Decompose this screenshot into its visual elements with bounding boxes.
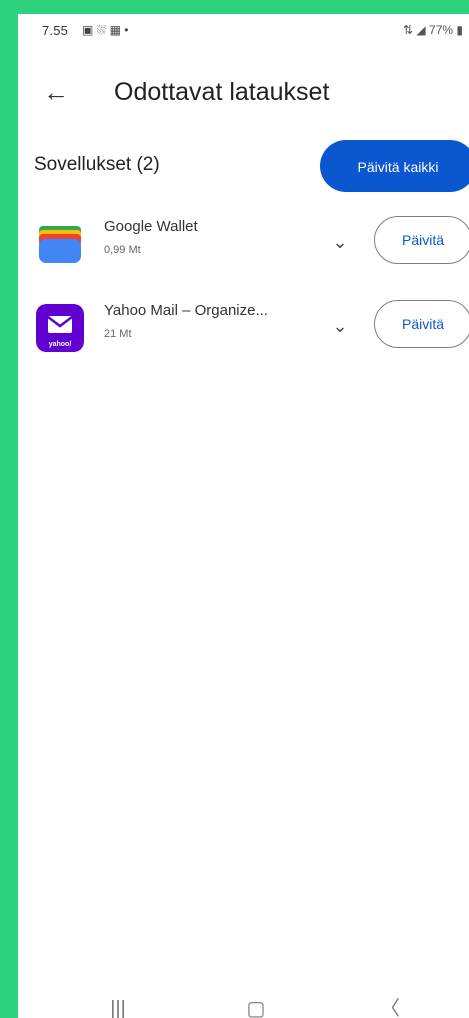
status-bar: 7.55 ▣ ⛆ ▦ • ⇅ ◢ 77% ▮ (18, 14, 469, 48)
update-button[interactable]: Päivitä (374, 216, 469, 264)
chevron-down-icon[interactable]: ⌄ (326, 312, 354, 340)
app-name: Yahoo Mail – Organize... (104, 302, 268, 319)
app-bar: ← Odottavat lataukset (18, 64, 469, 120)
section-header: Sovellukset (2) Päivitä kaikki (18, 132, 469, 202)
home-icon[interactable]: ▢ (236, 994, 276, 1018)
back-arrow-icon[interactable]: ← (38, 74, 74, 110)
app-name: Google Wallet (104, 218, 198, 235)
section-title: Sovellukset (2) (34, 154, 160, 175)
update-button[interactable]: Päivitä (374, 300, 469, 348)
yahoo-logo-text: yahoo/ (49, 341, 72, 348)
yahoo-mail-icon: yahoo/ (36, 304, 84, 352)
list-item-yahoo-mail[interactable]: yahoo/ Yahoo Mail – Organize... 21 Mt ⌄ … (18, 294, 469, 374)
app-size: 0,99 Mt (104, 244, 141, 256)
chevron-down-icon[interactable]: ⌄ (326, 228, 354, 256)
page-title: Odottavat lataukset (114, 78, 330, 106)
list-item-google-wallet[interactable]: Google Wallet 0,99 Mt ⌄ Päivitä (18, 210, 469, 290)
update-all-button[interactable]: Päivitä kaikki (320, 140, 469, 192)
battery-percent: 77% (429, 23, 454, 37)
phone-screen: 7.55 ▣ ⛆ ▦ • ⇅ ◢ 77% ▮ ← Odottavat latau… (18, 14, 469, 1018)
nav-back-icon[interactable]: 〈 (370, 994, 410, 1018)
recent-apps-icon[interactable]: ||| (98, 994, 138, 1018)
google-wallet-icon (36, 220, 84, 268)
battery-icon: ▮ (456, 23, 463, 37)
app-size: 21 Mt (104, 328, 132, 340)
status-right: ⇅ ◢ 77% ▮ (403, 23, 463, 37)
notification-icons: ▣ ⛆ ▦ • (82, 23, 129, 37)
signal-icon: ⇅ ◢ (403, 23, 426, 37)
status-time: 7.55 (42, 23, 69, 38)
system-nav-bar: ||| ▢ 〈 (18, 994, 469, 1018)
